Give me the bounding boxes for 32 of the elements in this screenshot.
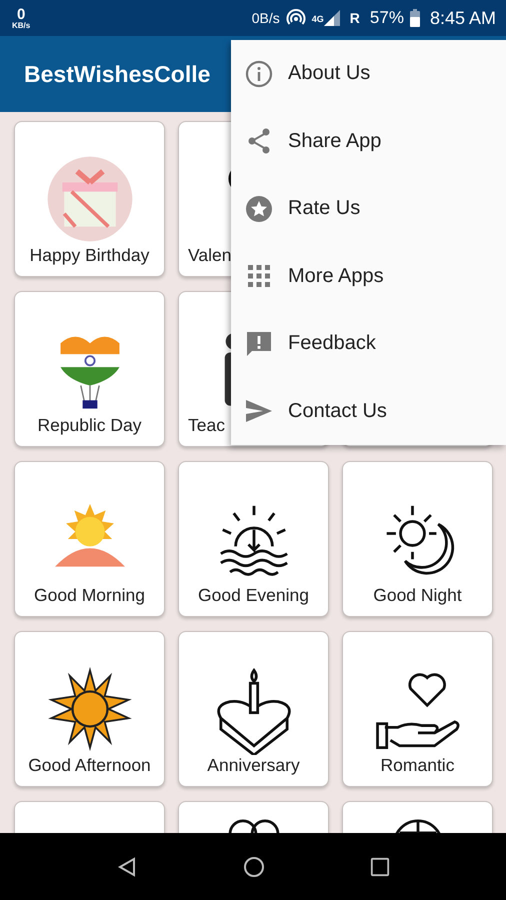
card-label: Valen (188, 245, 232, 266)
menu-item[interactable]: About Us (231, 40, 506, 108)
menu-item[interactable]: Share App (231, 108, 506, 175)
card-label: Republic Day (37, 415, 142, 436)
app-title: BestWishesColle (24, 60, 210, 88)
category-card[interactable]: Happy Birthday (14, 121, 165, 277)
category-card[interactable]: Good Afternoon (14, 631, 165, 787)
category-card[interactable]: Good Morning (14, 461, 165, 617)
card-label: Good Morning (34, 585, 145, 606)
category-card[interactable]: Good Evening (178, 461, 329, 617)
menu-item[interactable]: Contact Us (231, 378, 506, 445)
category-card[interactable]: Anniversary (178, 631, 329, 787)
card-label: Romantic (380, 755, 454, 776)
category-card[interactable]: Romantic (342, 631, 493, 787)
battery-percent: 57% (370, 8, 404, 28)
category-card[interactable]: Good Night (342, 461, 493, 617)
card-label: Good Afternoon (28, 755, 151, 776)
card-label: Good Night (373, 585, 462, 606)
speed-value: 0 (16, 6, 26, 22)
roaming-indicator: R (350, 10, 360, 26)
network-type: 4G (312, 14, 324, 24)
menu-item[interactable]: More Apps (231, 242, 506, 310)
card-label: Anniversary (207, 755, 300, 776)
category-card[interactable]: Republic Day (14, 291, 165, 447)
card-label: Teac (188, 415, 225, 436)
speed-unit: KB/s (12, 22, 30, 30)
card-label: Happy Birthday (30, 245, 150, 266)
card-label: Good Evening (198, 585, 309, 606)
menu-item[interactable]: Rate Us (231, 175, 506, 242)
clock: 8:45 AM (430, 8, 496, 28)
data-rate: 0B/s (252, 10, 280, 26)
menu-item[interactable]: Feedback (231, 310, 506, 378)
